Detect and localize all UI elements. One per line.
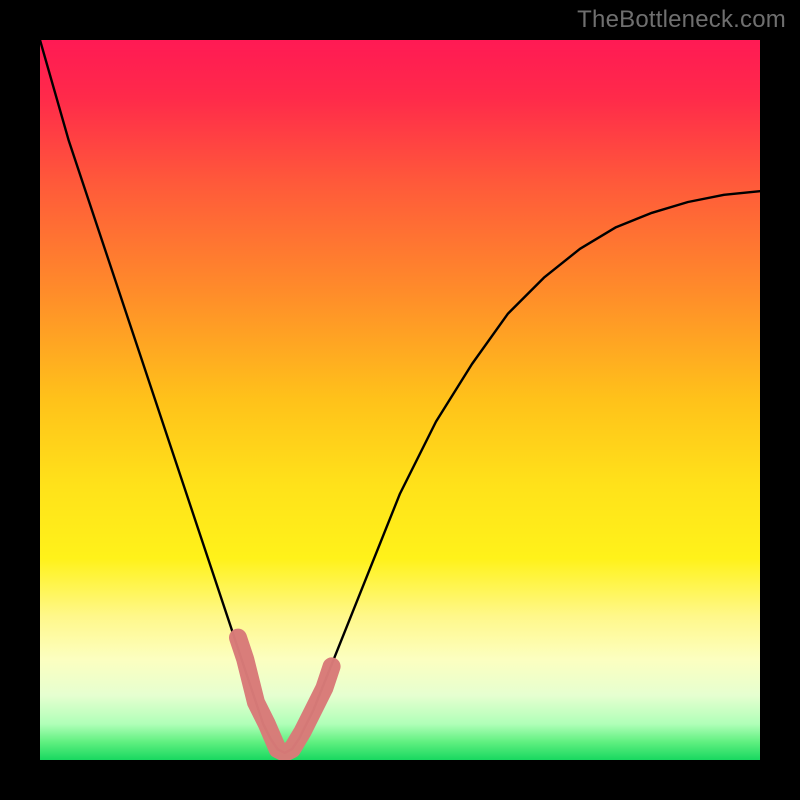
chart-frame: TheBottleneck.com — [0, 0, 800, 800]
gradient-background — [40, 40, 760, 760]
plot-area — [40, 40, 760, 760]
chart-svg — [40, 40, 760, 760]
watermark-text: TheBottleneck.com — [577, 6, 786, 34]
